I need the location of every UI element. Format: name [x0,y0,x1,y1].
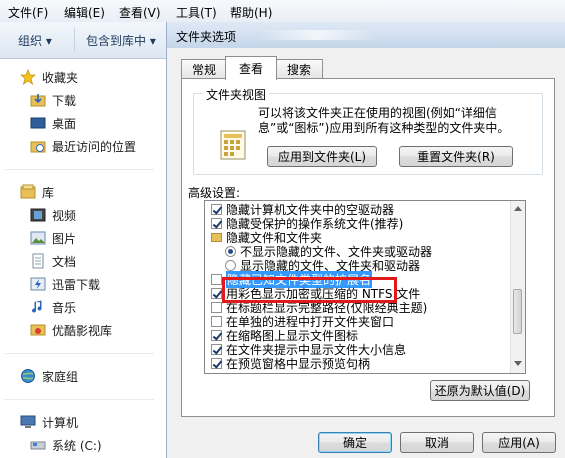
nav-thunder-downloads[interactable]: 迅雷下载 [30,275,100,293]
setting-checkbox[interactable] [211,302,222,313]
nav-library[interactable]: 库 [20,183,54,201]
downloads-folder-icon [30,94,46,107]
view-tab-panel: 文件夹视图 可以将该文件夹正在使用的视图(例如“详细信息”或“图标”)应用到所有… [181,78,555,417]
scroll-up-arrow[interactable] [514,206,522,211]
advanced-settings-label: 高级设置: [188,186,241,200]
dialog-title: 文件夹选项 [176,30,237,44]
setting-checkbox[interactable] [211,218,222,229]
nav-downloads[interactable]: 下载 [30,91,76,109]
nav-label: 家庭组 [42,369,79,384]
title-blur [257,30,377,40]
picture-icon [30,231,46,245]
setting-checkbox[interactable] [211,204,222,215]
nav-label: 计算机 [42,415,79,430]
include-in-library-button[interactable]: 包含到库中 ▾ [86,32,156,49]
toolbar-separator [74,28,75,52]
nav-pictures[interactable]: 图片 [30,229,76,247]
nav-label: 优酷影视库 [52,323,113,338]
youku-icon [30,324,46,336]
setting-label: 在预览窗格中显示预览句柄 [226,357,371,371]
music-icon [32,300,42,313]
nav-favorites[interactable]: 收藏夹 [20,68,78,86]
computer-icon [20,415,36,428]
setting-checkbox[interactable] [211,344,222,355]
reset-folders-button[interactable]: 重置文件夹(R) [399,146,513,167]
recent-places-icon [30,141,46,153]
menu-help[interactable]: 帮助(H) [230,4,272,21]
folder-view-icon [220,130,246,160]
navigation-pane: 收藏夹 下载 桌面 最近访问的位置 库 视频 图片 文档 迅雷下载 音乐 优酷影… [0,59,167,458]
menu-tools[interactable]: 工具(T) [176,4,217,21]
nav-videos[interactable]: 视频 [30,206,76,224]
nav-separator [4,169,154,170]
nav-label: 系统 (C:) [52,438,102,453]
menu-edit[interactable]: 编辑(E) [64,4,105,21]
nav-label: 最近访问的位置 [52,139,137,154]
nav-homegroup[interactable]: 家庭组 [20,367,78,385]
settings-scrollbar[interactable] [510,201,525,373]
tab-general[interactable]: 常规 [181,59,227,79]
nav-label: 视频 [52,208,77,223]
homegroup-icon [21,369,35,383]
nav-music[interactable]: 音乐 [30,298,76,316]
nav-documents[interactable]: 文档 [30,252,76,270]
menu-bar: 文件(F) 编辑(E) 查看(V) 工具(T) 帮助(H) [0,0,565,23]
ok-button[interactable]: 确定 [318,432,392,453]
nav-label: 桌面 [52,116,77,131]
folder-views-legend: 文件夹视图 [203,86,270,103]
setting-radio[interactable] [225,246,236,257]
folder-views-group: 文件夹视图 可以将该文件夹正在使用的视图(例如“详细信息”或“图标”)应用到所有… [193,86,543,175]
nav-desktop[interactable]: 桌面 [30,114,76,132]
setting-radio[interactable] [225,260,236,271]
nav-label: 迅雷下载 [52,277,101,292]
setting-row[interactable]: 在预览窗格中显示预览句柄 [211,356,370,371]
scroll-thumb[interactable] [513,289,522,334]
nav-label: 下载 [52,93,77,108]
nav-label: 文档 [52,254,77,269]
nav-label: 图片 [52,231,77,246]
menu-file[interactable]: 文件(F) [8,4,48,21]
folder-views-description: 可以将该文件夹正在使用的视图(例如“详细信息”或“图标”)应用到所有这种类型的文… [258,106,510,135]
menu-view[interactable]: 查看(V) [119,4,161,21]
tab-view[interactable]: 查看 [225,56,277,80]
tab-search[interactable]: 搜索 [275,59,323,79]
setting-checkbox[interactable] [211,316,222,327]
setting-checkbox[interactable] [211,358,222,369]
thunder-download-icon [30,277,46,291]
nav-label: 库 [42,185,55,200]
nav-computer[interactable]: 计算机 [20,413,78,431]
cancel-button[interactable]: 取消 [400,432,474,453]
folder-icon [211,233,222,242]
library-icon [20,184,36,199]
video-icon [30,208,46,222]
apply-to-folders-button[interactable]: 应用到文件夹(L) [267,146,377,167]
setting-checkbox[interactable] [211,288,222,299]
drive-icon [30,441,46,450]
setting-checkbox[interactable] [211,330,222,341]
document-icon [32,253,44,269]
folder-options-dialog: 文件夹选项 常规 查看 搜索 文件夹视图 可以将该文件夹正在使用的视图(例如“详… [166,22,565,458]
restore-defaults-button[interactable]: 还原为默认值(D) [430,380,530,401]
apply-button[interactable]: 应用(A) [482,432,556,453]
organize-button[interactable]: 组织 ▾ [18,32,52,49]
star-icon [20,69,36,85]
nav-recent-places[interactable]: 最近访问的位置 [30,137,136,155]
nav-separator [4,399,154,400]
nav-youku[interactable]: 优酷影视库 [30,321,112,339]
nav-label: 音乐 [52,300,77,315]
annotation-highlight-box [222,277,397,303]
setting-checkbox[interactable] [211,274,222,285]
nav-label: 收藏夹 [42,70,79,85]
nav-separator [4,353,154,354]
dialog-titlebar[interactable]: 文件夹选项 [167,22,565,48]
desktop-icon [30,117,46,129]
scroll-down-arrow[interactable] [514,361,522,366]
nav-system-drive[interactable]: 系统 (C:) [30,436,102,454]
